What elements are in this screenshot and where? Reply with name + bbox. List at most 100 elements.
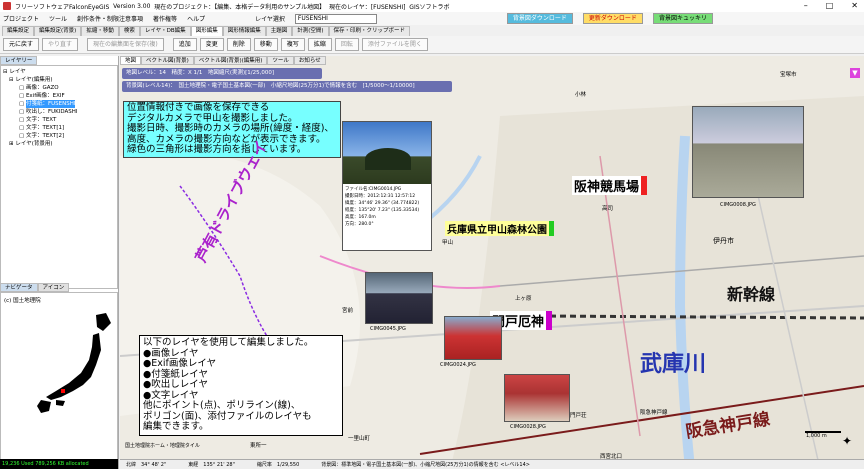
navigator-panel: ナビゲータ アイコン (c) 国土地理院 19,236 Used 789,256… — [0, 283, 118, 469]
place-uegahara: 上ヶ原 — [515, 296, 532, 302]
place-miyamae: 宮前 — [342, 308, 354, 314]
save-edit-button[interactable]: 現在の編集面を保存(複) — [87, 38, 164, 51]
title-bar: フリーソフトウェアFalconEyeGIS Version 3.00 現在のプロ… — [0, 0, 864, 12]
north-up-icon[interactable]: ▼ — [850, 68, 860, 78]
layer-select-label: レイヤ選択 — [255, 16, 285, 23]
tab-shape-info[interactable]: 図形情報編集 — [222, 26, 266, 36]
close-icon[interactable]: ✕ — [851, 0, 858, 12]
tab-save-print[interactable]: 保存・印刷・クリップボード — [328, 26, 411, 36]
place-higashisho: 東所一 — [250, 443, 267, 449]
note-exif-explanation[interactable]: 位置情報付きで画像を保存できる デジタルカメラで甲山を撮影しました。 撮影日時、… — [123, 101, 341, 158]
rotate-button[interactable]: 回転 — [334, 38, 359, 51]
menu-help[interactable]: ヘルプ — [187, 14, 205, 23]
minimize-icon[interactable]: – — [804, 0, 808, 12]
compass-icon: ✦ — [842, 434, 853, 448]
scale-label: 1,000 m — [806, 433, 827, 439]
place-kabutoyama: 甲山 — [442, 240, 454, 246]
tree-item-text[interactable]: ▢ 文字：TEXT — [3, 116, 115, 124]
tree-item-fukidashi[interactable]: ▢ 吹出し：FUKIDASHI — [3, 108, 115, 116]
map-view[interactable]: 地図 ベクトル図(背景) ベクトル図(背景)(編集用) ツール お知らせ 地図レ… — [120, 56, 864, 469]
app-icon — [3, 2, 11, 10]
move-button[interactable]: 移動 — [253, 38, 278, 51]
tab-measure[interactable]: 計測(空間) — [292, 26, 329, 36]
tab-edit-settings-bg[interactable]: 編集設定(背景) — [34, 26, 82, 36]
scale-button[interactable]: 拡縮 — [307, 38, 332, 51]
photo-cimg0028[interactable] — [504, 374, 570, 422]
exif-popup[interactable]: ファイル名:CIMG0014.JPG 撮影日時：2012:12:31 12:57… — [342, 121, 432, 251]
label-hanshin-racecourse: 阪神競馬場 — [572, 176, 648, 195]
memory-status: 19,236 Used 789,256 KB allocated — [0, 459, 118, 469]
tab-navigator[interactable]: ナビゲータ — [0, 283, 38, 292]
redo-button[interactable]: やり直す — [42, 38, 79, 51]
tab-vector-bg-edit[interactable]: ベクトル図(背景)(編集用) — [193, 56, 268, 65]
exif-datetime: 撮影日時：2012:12:31 12:57:12 — [345, 194, 416, 199]
map-tabs: 地図 ベクトル図(背景) ベクトル図(背景)(編集用) ツール お知らせ — [120, 56, 326, 65]
exif-direction: 方向：280.0° — [345, 222, 374, 227]
place-takatsukasa: 高司 — [602, 206, 614, 212]
exif-altitude: 高度：167.0m — [345, 215, 376, 220]
tab-layer-db[interactable]: レイヤ・DB編集 — [139, 26, 191, 36]
tab-tools[interactable]: ツール — [267, 56, 294, 65]
menu-project[interactable]: プロジェクト — [3, 14, 39, 23]
tab-search[interactable]: 検索 — [118, 26, 140, 36]
current-layer: 現在のレイヤ：[FUSENSHI] — [328, 3, 406, 11]
exif-filename: ファイル名:CIMG0014.JPG — [345, 187, 402, 192]
exif-photo-image — [343, 122, 431, 184]
tab-vector-bg[interactable]: ベクトル図(背景) — [141, 56, 194, 65]
undo-button[interactable]: 元に戻す — [3, 38, 40, 51]
tree-item-text2[interactable]: ▢ 文字：TEXT[2] — [3, 132, 115, 140]
change-button[interactable]: 変更 — [199, 38, 224, 51]
tab-map[interactable]: 地図 — [120, 56, 142, 65]
tree-item-exif[interactable]: ▢ Exif画像：EXIF — [3, 92, 115, 100]
background-map-info: 背景図(レベル14)： 国土地理院・電子国土基本図(一部) 小縮尺地図(25万分… — [122, 81, 452, 92]
note-layers-used[interactable]: 以下のレイヤを使用して編集しました。 ●画像レイヤ ●Exif画像レイヤ ●付箋… — [139, 335, 343, 436]
menu-conditions[interactable]: 創作条件・制限注意事項 — [77, 14, 143, 23]
bg-download-button[interactable]: 背景図ダウンロード — [506, 13, 573, 24]
label-kabutoyama-park: 兵庫県立甲山森林公園 — [445, 221, 554, 236]
place-hankyu-small: 阪急神戸線 — [640, 410, 668, 416]
update-download-button[interactable]: 更新ダウンロード — [582, 13, 643, 24]
tab-thematic[interactable]: 主題図 — [265, 26, 293, 36]
tab-zoom-move[interactable]: 拡縮・移動 — [81, 26, 119, 36]
open-attachment-button[interactable]: 添付ファイルを開く — [361, 38, 428, 51]
navigator-view[interactable]: (c) 国土地理院 — [0, 292, 118, 468]
menu-bar: プロジェクト ツール 創作条件・制限注意事項 著作権等 ヘルプ レイヤ選択 FU… — [0, 12, 864, 25]
tree-item-fusenshi[interactable]: ▢ 付箋紙：FUSENSHI — [3, 100, 115, 108]
function-tabs: 編集設定 編集設定(背景) 拡縮・移動 検索 レイヤ・DB編集 図形編集 図形情… — [0, 26, 864, 36]
tab-notice[interactable]: お知らせ — [293, 56, 326, 65]
place-mondo: 門戸荘 — [570, 413, 587, 419]
exif-longitude: 経度：135°20' 7.23" (135.33534) — [345, 208, 420, 213]
tab-icons[interactable]: アイコン — [37, 283, 70, 292]
photo-racecourse[interactable] — [692, 106, 804, 198]
layer-select[interactable]: FUSENSHI — [294, 13, 377, 24]
tree-item-gazo[interactable]: ▢ 画像：GAZO — [3, 84, 115, 92]
map-status-bar: 北緯 34° 48' 2" 東経 135° 21' 28" 縮尺率 1/29,5… — [120, 459, 864, 469]
bg-clear-button[interactable]: 背景図キュッキリ — [652, 13, 713, 24]
tree-item-edit-layers[interactable]: ⊟ レイヤ(編集用) — [3, 76, 115, 84]
photo-cimg0045[interactable] — [365, 272, 433, 324]
tree-item-root[interactable]: ⊟ レイヤ — [3, 68, 115, 76]
tree-item-bg-layers[interactable]: ⊞ レイヤ(背景用) — [3, 140, 115, 148]
project-title: 現在のプロジェクト：【編集、本格データ利用のサンプル地図】 — [154, 3, 326, 11]
status-scale: 縮尺率 1/29,550 — [256, 462, 300, 468]
app-title: フリーソフトウェアFalconEyeGIS — [15, 3, 110, 11]
tab-edit-settings[interactable]: 編集設定 — [2, 26, 35, 36]
status-latitude: 北緯 34° 48' 2" — [126, 462, 167, 468]
exif-latitude: 緯度：34°46' 29.36" (34.774822) — [345, 201, 420, 206]
place-obayashi: 小林 — [575, 92, 587, 98]
photo-cimg0045-caption: CIMG0045.JPG — [370, 326, 406, 332]
delete-button[interactable]: 削除 — [226, 38, 251, 51]
menu-tools[interactable]: ツール — [49, 14, 67, 23]
menu-copyright[interactable]: 著作権等 — [153, 14, 177, 23]
photo-cimg0024[interactable] — [444, 316, 502, 360]
copy-button[interactable]: 複写 — [280, 38, 305, 51]
tree-item-text1[interactable]: ▢ 文字：TEXT[1] — [3, 124, 115, 132]
photo-cimg0024-caption: CIMG0024.JPG — [440, 362, 476, 368]
tab-shape-edit[interactable]: 図形編集 — [190, 26, 223, 36]
maximize-icon[interactable]: □ — [826, 0, 834, 12]
tab-layer-tree[interactable]: レイヤリー — [0, 56, 38, 65]
photo-racecourse-caption: CIMG0008.JPG — [720, 202, 756, 208]
app-version: Version 3.00 — [113, 2, 151, 10]
japan-overview-map — [37, 313, 111, 413]
add-button[interactable]: 追加 — [172, 38, 197, 51]
